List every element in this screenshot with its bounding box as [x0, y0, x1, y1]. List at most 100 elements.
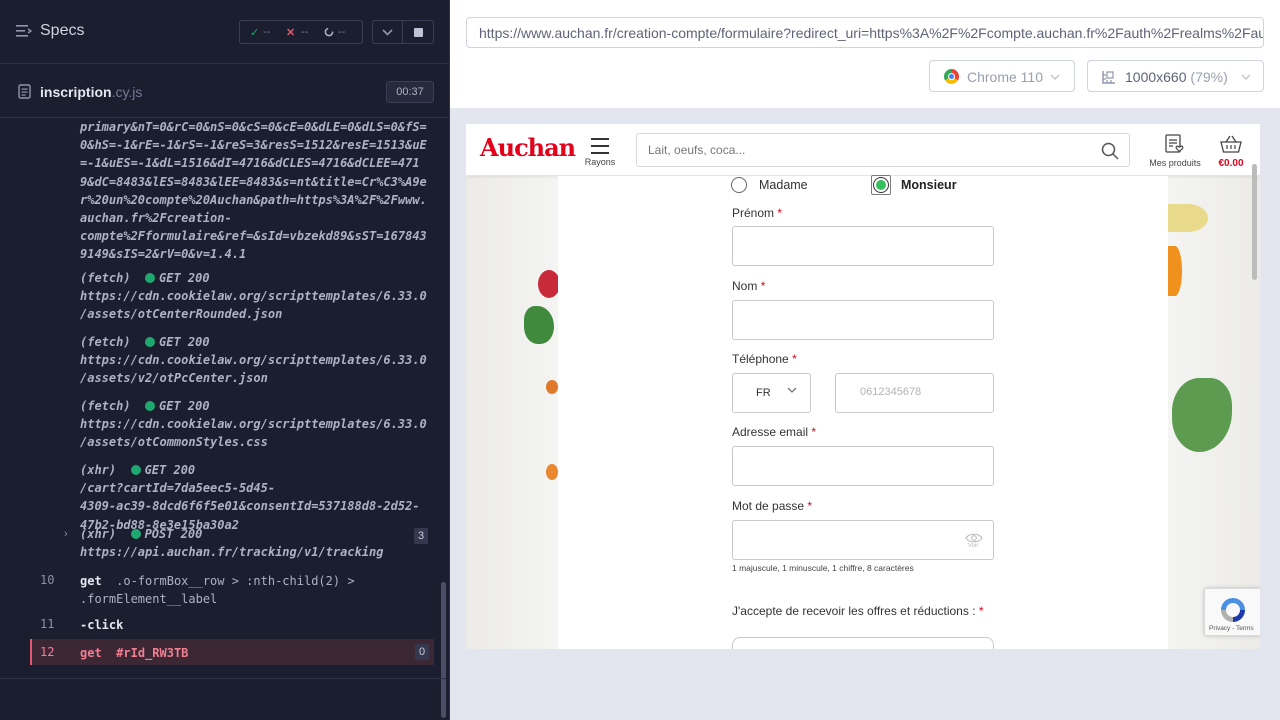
test-stats: ✓ -- ✕ -- -- — [239, 20, 363, 44]
search-icon[interactable] — [1101, 142, 1119, 165]
country-code-select[interactable]: FR — [732, 373, 811, 413]
aut-iframe: Auchan Rayons Mes produits €0.00 Madame … — [466, 124, 1260, 649]
spec-timer: 00:37 — [386, 81, 434, 103]
specs-list-icon[interactable] — [16, 24, 33, 43]
search-box — [636, 133, 1130, 167]
specs-header: Specs ✓ -- ✕ -- -- — [0, 0, 450, 64]
passed-count: -- — [263, 26, 271, 38]
basket-icon — [1220, 135, 1242, 153]
show-password-label: Voir — [968, 543, 979, 549]
expand-chevron-icon[interactable]: › — [64, 528, 68, 540]
chevron-down-icon — [382, 29, 393, 36]
command-row[interactable]: 10 get .o-formBox__row > :nth-child(2) >… — [30, 570, 434, 610]
specs-title[interactable]: Specs — [40, 22, 84, 40]
background-vegetables-left — [466, 176, 560, 649]
command-count-badge: 0 — [415, 644, 429, 660]
hamburger-icon — [591, 138, 609, 159]
recaptcha-icon — [1221, 598, 1245, 622]
page-scrollbar[interactable] — [1252, 164, 1257, 280]
accept-offers-label: J'accepte de recevoir les offres et rédu… — [732, 604, 984, 618]
recaptcha-badge[interactable]: Privacy - Terms — [1204, 588, 1260, 636]
prenom-input[interactable] — [732, 226, 994, 266]
background-vegetables-right — [1168, 176, 1260, 649]
spec-file-header: inscription.cy.js 00:37 — [0, 65, 450, 118]
chrome-icon — [944, 69, 959, 84]
status-dot-icon — [130, 465, 141, 475]
failed-count: -- — [301, 26, 309, 38]
command-row[interactable]: 11 -click — [30, 614, 434, 634]
chevron-down-icon — [1241, 74, 1251, 80]
auchan-logo[interactable]: Auchan — [480, 133, 576, 162]
pending-count: -- — [338, 26, 346, 38]
recaptcha-links[interactable]: Privacy - Terms — [1209, 625, 1254, 632]
prenom-label: Prénom * — [732, 206, 783, 220]
url-bar[interactable]: https://www.auchan.fr/creation-compte/fo… — [466, 17, 1264, 48]
command-number: 12 — [40, 645, 55, 659]
log-request-entry[interactable]: (fetch) GET 200 https://cdn.cookielaw.or… — [80, 269, 427, 324]
cart-button[interactable]: €0.00 — [1214, 134, 1248, 169]
vegetable-image — [1168, 204, 1208, 232]
civility-radio-monsieur[interactable] — [873, 177, 889, 193]
password-hint: 1 majuscule, 1 minuscule, 1 chiffre, 8 c… — [732, 563, 914, 573]
search-input[interactable] — [637, 134, 1087, 166]
failed-x-icon: ✕ — [286, 27, 296, 39]
stop-button[interactable] — [403, 20, 434, 44]
command-row-failed[interactable]: 12 get #rId_RW3TB 0 — [30, 639, 434, 665]
show-password-button[interactable]: Voir — [965, 531, 983, 549]
carrot-image — [546, 380, 558, 394]
password-label: Mot de passe * — [732, 499, 813, 513]
command-number: 10 — [40, 573, 55, 587]
phone-input[interactable]: 0612345678 — [835, 373, 994, 413]
collapse-button[interactable] — [372, 20, 403, 44]
log-request-entry[interactable]: (xhr) GET 200 /cart?cartId=7da5eec5-5d45… — [80, 461, 420, 534]
rayons-label: Rayons — [584, 157, 616, 167]
civility-radio-madame[interactable] — [731, 177, 747, 193]
cart-total: €0.00 — [1218, 158, 1244, 169]
email-label: Adresse email * — [732, 425, 817, 439]
log-request-entry[interactable]: (fetch) GET 200 https://cdn.cookielaw.or… — [80, 397, 427, 452]
civility-label-madame[interactable]: Madame — [759, 178, 808, 192]
status-dot-icon — [145, 273, 156, 283]
stop-icon — [414, 28, 423, 37]
raspberry-image — [538, 270, 560, 298]
email-input[interactable] — [732, 446, 994, 486]
log-entry-text[interactable]: primary&nT=0&rC=0&nS=0&cS=0&cE=0&dLE=0&d… — [80, 118, 427, 264]
command-log-scrollbar[interactable] — [441, 582, 446, 718]
browser-selector[interactable]: Chrome 110 — [929, 60, 1075, 92]
status-dot-icon — [145, 337, 156, 347]
status-dot-icon — [130, 529, 141, 539]
browser-label: Chrome 110 — [967, 69, 1044, 85]
command-text: get .o-formBox__row > :nth-child(2) > .f… — [80, 574, 355, 606]
kale-image — [1172, 378, 1232, 452]
log-request-entry[interactable]: (fetch) GET 200 https://cdn.cookielaw.or… — [80, 333, 427, 388]
command-text: -click — [80, 618, 124, 632]
civility-label-monsieur[interactable]: Monsieur — [901, 178, 957, 192]
mes-produits-button[interactable]: Mes produits — [1146, 134, 1204, 168]
orange-image — [546, 464, 558, 480]
rayons-menu-button[interactable]: Rayons — [584, 136, 616, 170]
log-request-entry[interactable]: (xhr) POST 200 https://api.auchan.fr/tra… — [80, 525, 383, 561]
orange-slice-image — [1168, 246, 1182, 296]
country-code-value: FR — [756, 387, 771, 399]
accept-offers-select[interactable] — [732, 637, 994, 649]
nom-input[interactable] — [732, 300, 994, 340]
kale-image — [524, 306, 554, 344]
status-dot-icon — [145, 401, 156, 411]
nom-label: Nom * — [732, 279, 766, 293]
passed-check-icon: ✓ — [250, 27, 260, 39]
command-log[interactable]: primary&nT=0&rC=0&nS=0&cS=0&cE=0&dLE=0&d… — [0, 118, 440, 678]
viewport-selector[interactable]: 1000x660 (79%) — [1087, 60, 1264, 92]
viewport-label: 1000x660 (79%) — [1125, 69, 1228, 85]
document-icon — [18, 84, 31, 104]
cypress-runner-panel: Specs ✓ -- ✕ -- -- inscription.cy.js 00:… — [0, 0, 450, 720]
command-text: get #rId_RW3TB — [80, 646, 189, 660]
telephone-label: Téléphone * — [732, 352, 797, 366]
spec-file-name: inscription.cy.js — [40, 84, 143, 100]
pending-circle-icon — [324, 26, 334, 40]
site-header: Auchan Rayons Mes produits €0.00 — [466, 124, 1260, 176]
command-number: 11 — [40, 617, 55, 631]
password-input[interactable]: Voir — [732, 520, 994, 560]
aut-header: https://www.auchan.fr/creation-compte/fo… — [450, 0, 1280, 108]
mes-produits-label: Mes produits — [1149, 158, 1201, 168]
ruler-icon — [1102, 71, 1115, 84]
